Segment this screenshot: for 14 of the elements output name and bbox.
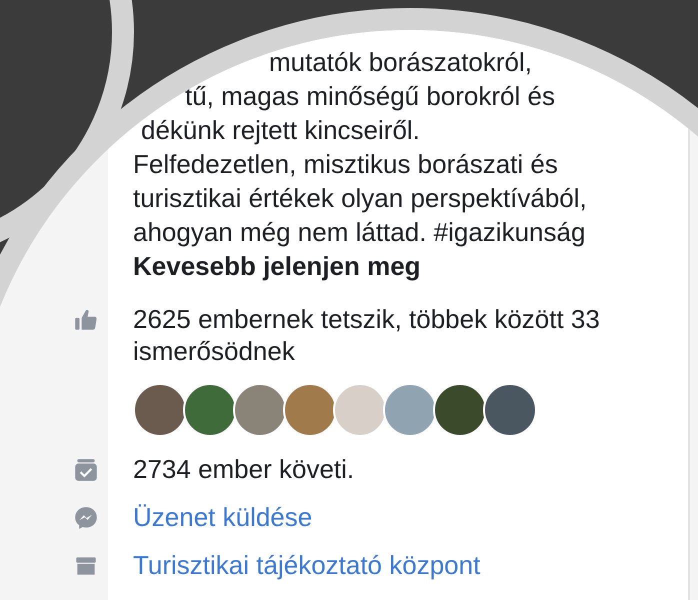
thumbs-up-icon (73, 307, 99, 333)
info-text: 2625 embernek tetszik, többek között 33 ismerősödnek (133, 303, 601, 367)
checkmark-box-icon (73, 457, 99, 483)
description-text: mutatók borászatokról, (269, 47, 532, 77)
description-text: dékünk rejtett kincseiről. (141, 115, 420, 145)
description-text: tű, magas minőségű borokról és (185, 81, 555, 111)
description-text: ahogyan még nem láttad. #igazikunság (133, 217, 586, 247)
messenger-icon (73, 505, 99, 531)
description-text: Felfedezetlen, misztikus borászati és (133, 149, 558, 179)
show-less-link[interactable]: Kevesebb jelenjen meg (133, 249, 421, 283)
description-text: turisztikai értékek olyan perspektívából, (133, 183, 587, 213)
page-link[interactable]: Turisztikai tájékoztató központ (133, 549, 663, 581)
info-text: 2734 ember követi. (133, 453, 356, 485)
page-link[interactable]: Üzenet küldése (133, 501, 663, 533)
